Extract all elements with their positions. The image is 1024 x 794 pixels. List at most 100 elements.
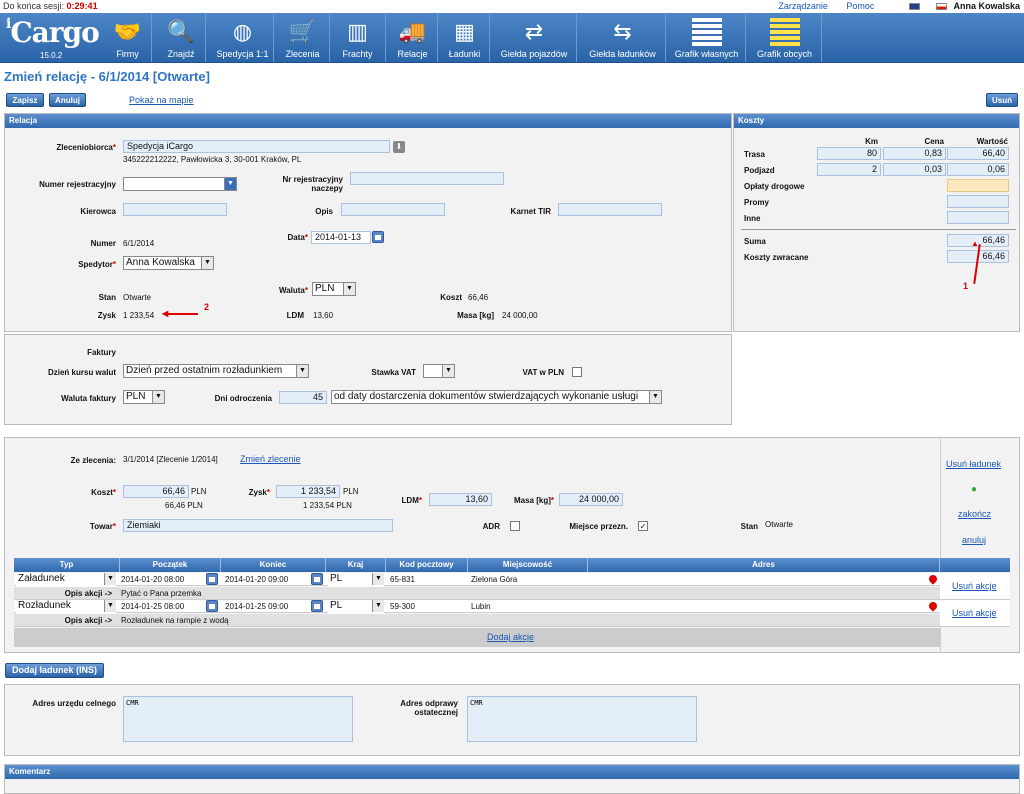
zip-value[interactable]: 59-300 [390,602,415,611]
currency-select[interactable]: PLN ▼ [312,282,356,296]
nav-cart[interactable]: 🛒 Zlecenia [276,13,330,62]
profit-label: Zysk [97,311,116,320]
cargo-status-value: Otwarte [765,520,794,529]
type-select[interactable]: Rozładunek ▼ [16,600,116,614]
add-action-link[interactable]: Dodaj akcje [487,632,534,642]
other-input[interactable] [947,211,1009,224]
due-from-select[interactable]: od daty dostarczenia dokumentów stwierdz… [331,390,662,404]
cargo-mass-input[interactable]: 24 000,00 [559,493,623,506]
goods-input[interactable]: Ziemiaki [123,519,393,532]
cargo-ldm-input[interactable]: 13,60 [429,493,492,506]
calendar-icon[interactable] [311,573,323,585]
country-select[interactable]: PL ▼ [328,573,384,587]
divider [741,229,1016,230]
nav-vehicle-exchange[interactable]: ⇄ Giełda pojazdów [492,13,577,62]
adr-label: ADR [482,522,500,531]
cargo-profit-currency: PLN [343,487,359,496]
start-value[interactable]: 2014-01-20 08:00 [121,575,184,584]
change-order-link[interactable]: Zmień zlecenie [240,454,301,464]
help-link[interactable]: Pomoc [846,1,874,11]
customs-office-textarea[interactable]: CMR [123,696,353,742]
comment-header: Komentarz [5,765,1019,779]
invoice-currency-label: Waluta faktury [61,394,116,403]
add-cargo-button[interactable]: Dodaj ładunek (INS) [5,663,104,678]
remove-cargo-link[interactable]: Usuń ładunek [946,459,1001,469]
nav-label: Grafik własnych [674,49,739,59]
remove-action-link[interactable]: Usuń akcje [952,608,997,618]
download-icon[interactable]: ⬇ [393,141,405,153]
rate-day-select[interactable]: Dzień przed ostatnim rozładunkiem ▼ [123,364,309,378]
nav-cargo-exchange[interactable]: ⇆ Giełda ładunków [580,13,666,62]
ferries-label: Promy [744,198,769,207]
cargo-cost-input[interactable]: 66,46 [123,485,189,498]
tolls-input[interactable] [947,179,1009,192]
date-label: Data* [287,233,308,242]
calendar-icon[interactable] [206,573,218,585]
vat-pln-checkbox[interactable] [572,367,582,377]
nav-cart-boxes[interactable]: ▥ Frachty [330,13,386,62]
vat-select[interactable]: ▼ [423,364,455,378]
approach-km-input[interactable]: 2 [817,163,881,176]
start-value[interactable]: 2014-01-25 08:00 [121,602,184,611]
date-input[interactable]: 2014-01-13 [311,231,371,244]
handshake-icon: 🤝 [113,19,142,44]
cancel-cargo-link[interactable]: anuluj [962,535,986,545]
nav-handshake[interactable]: 🤝 Firmy [104,13,152,62]
final-clearance-textarea[interactable]: CMR [467,696,697,742]
nav-cargo[interactable]: ▦ Ładunki [440,13,490,62]
driver-label: Kierowca [80,207,116,216]
logo[interactable]: iCargo [6,16,100,49]
route-value-input[interactable]: 66,40 [947,147,1009,160]
show-map-link[interactable]: Pokaż na mapie [129,95,194,105]
regnum-select[interactable]: ▼ [123,177,237,191]
tir-input[interactable] [558,203,662,216]
ferries-input[interactable] [947,195,1009,208]
status-label: Stan [98,293,116,302]
nav-label: Firmy [116,49,139,59]
approach-value-input[interactable]: 0,06 [947,163,1009,176]
ldm-value: 13,60 [313,311,334,320]
delete-button[interactable]: Usuń [986,93,1018,107]
route-price-input[interactable]: 0,83 [883,147,946,160]
annotation-2: 2 [204,302,210,312]
finish-link[interactable]: zakończ [958,509,991,519]
city-value[interactable]: Lubin [471,602,491,611]
cargo-profit-input[interactable]: 1 233,54 [276,485,340,498]
end-value[interactable]: 2014-01-25 09:00 [225,602,288,611]
calendar-icon[interactable] [206,600,218,612]
language-flags-icon[interactable] [893,1,947,11]
type-select[interactable]: Załadunek ▼ [16,573,116,587]
nav-schedule-own[interactable]: ▤ Grafik własnych [668,13,746,62]
invoice-currency-select[interactable]: PLN ▼ [123,390,165,404]
nav-globe[interactable]: ◍ Spedycja 1:1 [212,13,274,62]
recipient-input[interactable]: Spedycja iCargo [123,140,390,153]
route-km-input[interactable]: 80 [817,147,881,160]
nav-schedule-other[interactable]: ▤ Grafik obcych [748,13,822,62]
calendar-icon[interactable] [372,231,384,243]
adr-checkbox[interactable] [510,521,520,531]
city-value[interactable]: Zielona Góra [471,575,517,584]
action-desc-value: Rozładunek na rampie z wodą [121,616,229,625]
map-pin-icon[interactable]: ● [971,484,977,495]
forwarder-select[interactable]: Anna Kowalska ▼ [123,256,214,270]
price-col-header: Cena [924,137,944,146]
manage-link[interactable]: Zarządzanie [778,1,828,11]
nav-truck[interactable]: 🚚 Relacje [388,13,438,62]
cost-label: Koszt [440,293,462,302]
driver-input[interactable] [123,203,227,216]
approach-price-input[interactable]: 0,03 [883,163,946,176]
due-days-input[interactable]: 45 [279,391,327,404]
save-button[interactable]: Zapisz [6,93,44,107]
cancel-button[interactable]: Anuluj [49,93,86,107]
trailer-input[interactable] [350,172,504,185]
country-select[interactable]: PL ▼ [328,600,384,614]
remove-action-link[interactable]: Usuń akcje [952,581,997,591]
cargo-status-label: Stan [740,522,758,531]
end-value[interactable]: 2014-01-20 09:00 [225,575,288,584]
desc-input[interactable] [341,203,445,216]
comment-panel: Komentarz [4,764,1020,794]
zip-value[interactable]: 65-831 [390,575,415,584]
calendar-icon[interactable] [311,600,323,612]
destination-checkbox[interactable]: ✓ [638,521,648,531]
nav-search[interactable]: 🔍 Znajdź [157,13,206,62]
